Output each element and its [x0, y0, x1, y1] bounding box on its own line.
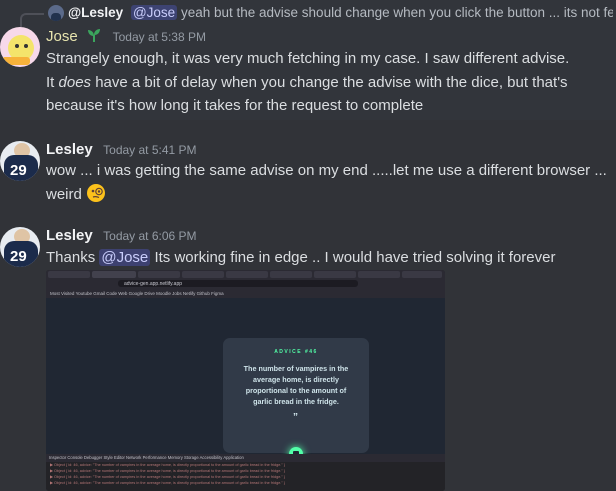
devtools-tabs: Inspector Console Debugger Style Editor …	[46, 454, 445, 462]
avatar-jose[interactable]	[0, 27, 40, 67]
reply-snippet: yeah but the advise should change when y…	[180, 5, 613, 20]
text-segment: Thanks	[46, 249, 100, 266]
author-name[interactable]: Lesley	[46, 141, 93, 158]
bookmarks-bar: Most Visited Youtube Gmail Code Web Goog…	[46, 289, 445, 298]
message-text: It does have a bit of delay when you cha…	[46, 72, 568, 94]
avatar-jersey-number: 29	[10, 248, 27, 265]
browser-tab	[314, 271, 356, 278]
message-text: Thanks @Jose Its working fine in edge ..…	[46, 247, 556, 269]
timestamp[interactable]: Today at 5:41 PM	[103, 143, 196, 157]
advice-label: ADVICE #46	[274, 349, 318, 355]
message-text: Strangely enough, it was very much fetch…	[46, 50, 570, 67]
avatar-lesley[interactable]: 29	[0, 227, 40, 267]
message-text: weird	[46, 183, 106, 206]
advice-page: ADVICE #46 The number of vampires in the…	[46, 298, 445, 461]
message-header: Lesley Today at 6:06 PM	[46, 227, 197, 245]
reply-spine	[20, 13, 44, 27]
avatar-badge	[2, 57, 30, 65]
emphasis-text: does	[58, 74, 92, 91]
console-line: ▶ Object { id: 46, advice: "The number o…	[50, 481, 286, 485]
message-header: Jose Today at 5:38 PM	[46, 27, 206, 46]
text-segment: weird	[46, 186, 82, 203]
url-text: advice-gen.app.netlify.app	[124, 281, 183, 287]
timestamp[interactable]: Today at 6:06 PM	[103, 229, 196, 243]
sprout-icon	[88, 29, 101, 42]
browser-url-bar: advice-gen.app.netlify.app	[46, 279, 445, 289]
browser-tab-strip	[46, 270, 445, 279]
advice-card: ADVICE #46 The number of vampires in the…	[223, 338, 369, 461]
message-text: because it's how long it takes for the r…	[46, 97, 424, 114]
devtools-console: ▶ Object { id: 46, advice: "The number o…	[46, 462, 445, 491]
reply-reference[interactable]: @Lesley @Jose yeah but the advise should…	[0, 0, 616, 27]
browser-tab	[138, 271, 180, 278]
avatar-eye	[15, 44, 19, 48]
reply-avatar	[48, 5, 64, 21]
message-header: Lesley Today at 5:41 PM	[46, 141, 197, 159]
browser-tab	[226, 271, 268, 278]
browser-tab	[402, 271, 442, 278]
text-segment: Its working fine in edge .. I would have…	[150, 249, 556, 266]
reply-author[interactable]: @Lesley	[68, 5, 123, 20]
browser-tab	[182, 271, 224, 278]
reply-preview[interactable]: @Lesley @Jose yeah but the advise should…	[68, 5, 613, 20]
avatar-lesley[interactable]: 29	[0, 141, 40, 181]
text-segment: have a bit of delay when you change the …	[91, 74, 568, 91]
browser-tab	[270, 271, 312, 278]
monocle-face-icon[interactable]	[86, 183, 106, 203]
browser-tab	[92, 271, 136, 278]
quote-divider: ”	[293, 412, 299, 423]
browser-tab	[48, 271, 90, 278]
image-attachment[interactable]: advice-gen.app.netlify.app Most Visited …	[46, 270, 445, 491]
advice-text: The number of vampires in the average ho…	[243, 364, 349, 406]
text-segment: It	[46, 74, 59, 91]
author-name[interactable]: Lesley	[46, 227, 93, 244]
browser-tab	[358, 271, 400, 278]
avatar-jersey-number: 29	[10, 162, 27, 179]
reply-mention[interactable]: @Jose	[130, 5, 178, 20]
timestamp[interactable]: Today at 5:38 PM	[113, 30, 206, 44]
user-mention[interactable]: @Jose	[99, 249, 151, 266]
author-name[interactable]: Jose	[46, 28, 78, 45]
message-text: wow ... i was getting the same advise on…	[46, 162, 607, 179]
avatar-eye	[24, 44, 28, 48]
